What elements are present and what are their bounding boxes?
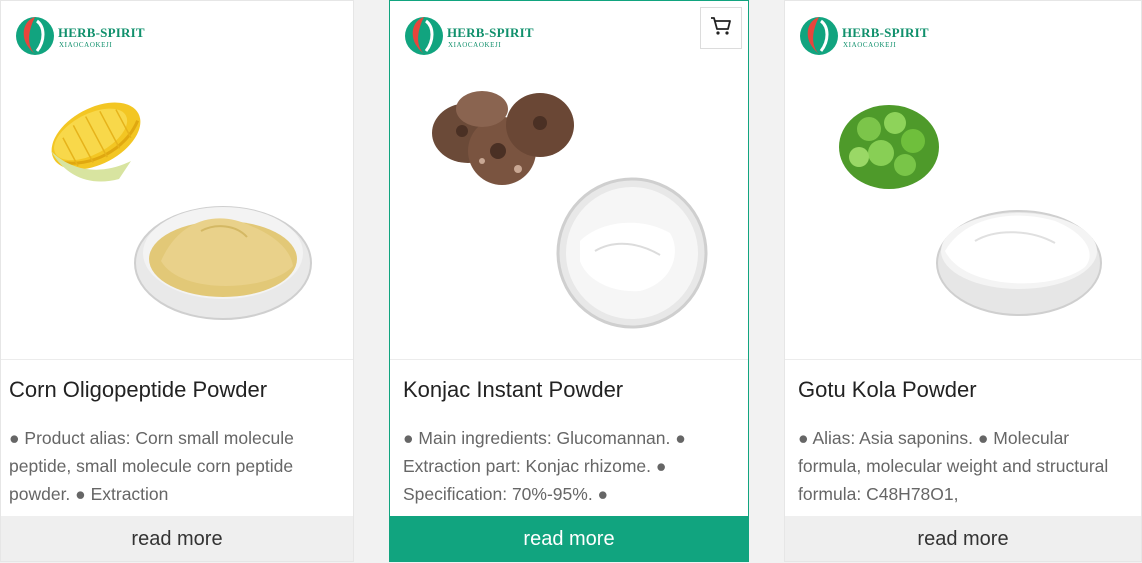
product-image[interactable]: HERB-SPIRIT XIAOCAOKEJI (785, 1, 1141, 360)
product-title[interactable]: Konjac Instant Powder (403, 377, 623, 403)
cart-icon (710, 16, 732, 41)
corn-powder-image (51, 102, 312, 320)
konjac-powder-image (432, 91, 708, 329)
product-image[interactable]: HERB-SPIRIT XIAOCAOKEJI (1, 1, 353, 360)
product-image[interactable]: HERB-SPIRIT XIAOCAOKEJI (390, 1, 748, 360)
product-card-corn-oligopeptide[interactable]: HERB-SPIRIT XIAOCAOKEJI Corn Oligopeptid… (0, 0, 354, 562)
product-card-konjac-instant[interactable]: HERB-SPIRIT XIAOCAOKEJI Konjac Instant P… (389, 0, 749, 562)
product-title[interactable]: Gotu Kola Powder (798, 377, 977, 403)
gotu-kola-powder-image (839, 105, 1102, 316)
product-title[interactable]: Corn Oligopeptide Powder (9, 377, 267, 403)
product-card-gotu-kola[interactable]: HERB-SPIRIT XIAOCAOKEJI Gotu Kola Powder… (784, 0, 1142, 562)
read-more-button[interactable]: read more (390, 516, 748, 561)
add-to-cart-button[interactable] (700, 7, 742, 49)
read-more-button[interactable]: read more (785, 516, 1141, 561)
read-more-button[interactable]: read more (1, 516, 353, 561)
product-description: ● Product alias: Corn small molecule pep… (9, 428, 294, 504)
product-description: ● Alias: Asia saponins. ● Molecular form… (798, 428, 1109, 504)
product-description: ● Main ingredients: Glucomannan. ● Extra… (403, 428, 686, 504)
